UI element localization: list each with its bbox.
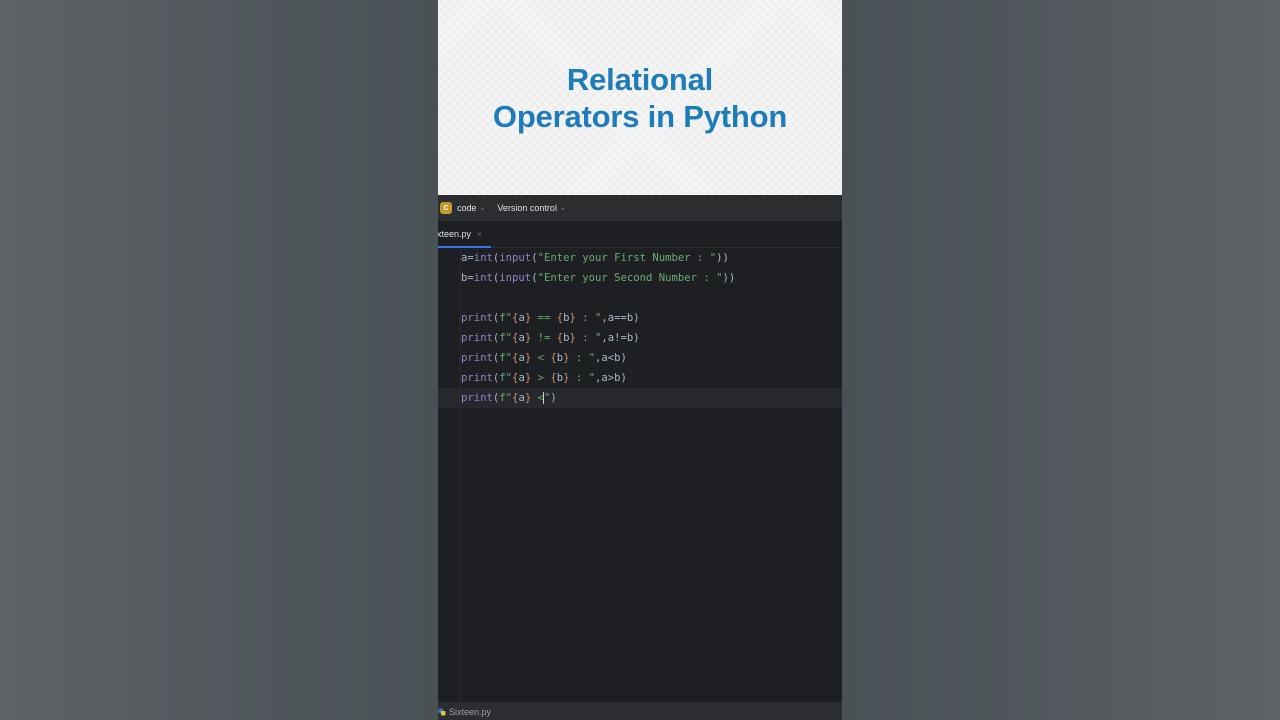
code-token: ,a<b) [595,352,627,364]
code-token: ,a==b) [601,312,640,324]
code-line[interactable]: print(f"{a} < {b} : ",a<b) [438,348,842,368]
code-token: : " [575,332,602,344]
code-token: input [499,272,532,284]
code-token: a= [461,252,474,264]
code-line[interactable]: a=int(input("Enter your First Number : "… [438,248,842,268]
banner-title-line-2: Operators in Python [492,98,788,134]
code-token: )) [716,252,729,264]
code-line[interactable]: b=int(input("Enter your Second Number : … [438,268,842,288]
code-token: f" [499,312,513,324]
code-text: print(f"{a} <") [461,388,557,408]
project-badge-icon[interactable]: C [440,202,452,214]
project-menu[interactable]: code ⌄ [457,203,485,213]
code-line[interactable]: print(f"{a} <") [438,388,842,408]
code-token: )) [722,272,736,284]
code-token: f" [499,392,513,404]
video-frame: Relational Operators in Python C code ⌄ … [438,0,842,720]
code-token: ,a>b) [595,372,627,384]
code-token: int [473,272,493,284]
code-token: > [531,372,551,384]
status-file-name[interactable]: Sixteen.py [449,707,491,717]
code-token: : " [569,352,596,364]
code-token: "Enter your First Number : " [537,252,717,264]
code-token: < [531,352,551,364]
code-text: a=int(input("Enter your First Number : "… [461,248,729,268]
project-name: code [457,203,477,213]
code-token: int [473,252,493,264]
code-editor[interactable]: a=int(input("Enter your First Number : "… [438,248,842,701]
code-line[interactable]: print(f"{a} > {b} : ",a>b) [438,368,842,388]
code-token: input [499,252,532,264]
code-token: print [461,352,493,364]
code-token: ) [550,392,557,404]
code-token: : " [569,372,596,384]
code-text: print(f"{a} != {b} : ",a!=b) [461,328,640,348]
code-token: print [461,392,493,404]
tab-sixteen-py[interactable]: xteen.py × [438,221,491,248]
code-token: ,a!=b) [601,332,640,344]
code-line[interactable] [438,288,842,308]
code-text: print(f"{a} == {b} : ",a==b) [461,308,640,328]
ide-title-bar: C code ⌄ Version control ⌄ [438,195,842,221]
code-line[interactable]: print(f"{a} != {b} : ",a!=b) [438,328,842,348]
code-token: != [531,332,557,344]
code-token: b= [461,272,474,284]
code-text: print(f"{a} < {b} : ",a<b) [461,348,627,368]
code-token: == [531,312,557,324]
code-token: f" [499,332,513,344]
chevron-down-icon: ⌄ [479,205,486,212]
code-token: f" [499,352,513,364]
banner-title-line-1: Relational [566,61,714,97]
code-token: f" [499,372,513,384]
code-text: b=int(input("Enter your Second Number : … [461,268,735,288]
code-text: print(f"{a} > {b} : ",a>b) [461,368,627,388]
status-bar: Sixteen.py [438,701,842,720]
code-token: : " [575,312,602,324]
chevron-down-icon: ⌄ [559,205,566,212]
title-banner: Relational Operators in Python [438,0,842,195]
code-token: print [461,332,493,344]
version-control-label: Version control [497,203,557,213]
tab-label: xteen.py [438,229,472,239]
code-token: print [461,312,493,324]
editor-tab-bar: xteen.py × [438,221,842,248]
code-line[interactable]: print(f"{a} == {b} : ",a==b) [438,308,842,328]
python-file-icon [438,708,446,715]
version-control-menu[interactable]: Version control ⌄ [497,203,565,213]
code-token: "Enter your Second Number : " [537,272,723,284]
close-icon[interactable]: × [477,230,482,239]
code-token: print [461,372,493,384]
